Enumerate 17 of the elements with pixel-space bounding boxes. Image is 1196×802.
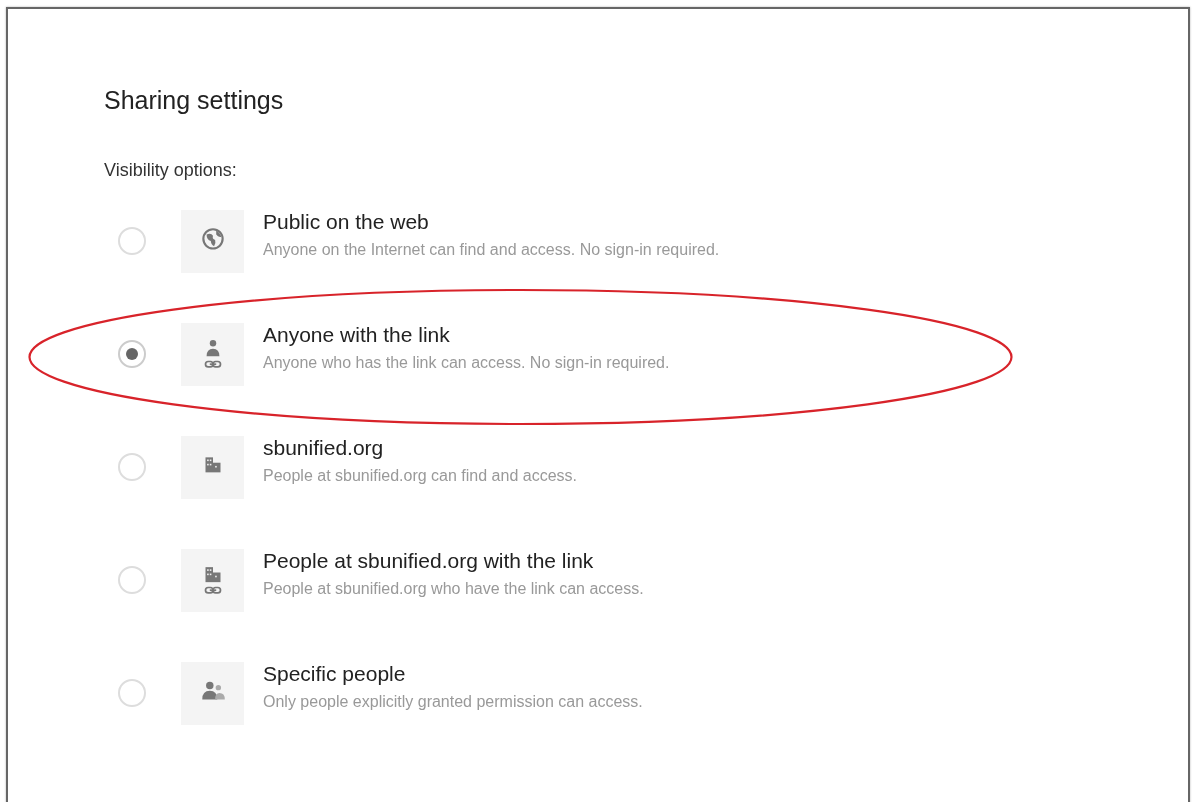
section-label: Visibility options:	[104, 159, 238, 181]
option-title: Public on the web	[263, 210, 430, 234]
option-title: Specific people	[263, 662, 407, 686]
option-description: Anyone on the Internet can find and access. No sign-in required.	[263, 240, 720, 260]
option-description: People at sbunified.org who have the link can access.	[263, 579, 644, 599]
dialog-title: Sharing settings	[104, 85, 285, 115]
option-description: People at sbunified.org can find and access.	[263, 466, 577, 486]
option-title: Anyone with the link	[263, 323, 451, 347]
radio-button[interactable]	[118, 679, 146, 707]
option-title: People at sbunified.org with the link	[263, 549, 595, 573]
radio-button[interactable]	[118, 227, 146, 255]
radio-button[interactable]	[118, 566, 146, 594]
option-title: sbunified.org	[263, 436, 385, 460]
radio-button[interactable]	[118, 340, 146, 368]
option-description: Anyone who has the link can access. No sign-in required.	[263, 353, 670, 373]
radio-button[interactable]	[118, 453, 146, 481]
option-description: Only people explicitly granted permission can access.	[263, 692, 643, 712]
